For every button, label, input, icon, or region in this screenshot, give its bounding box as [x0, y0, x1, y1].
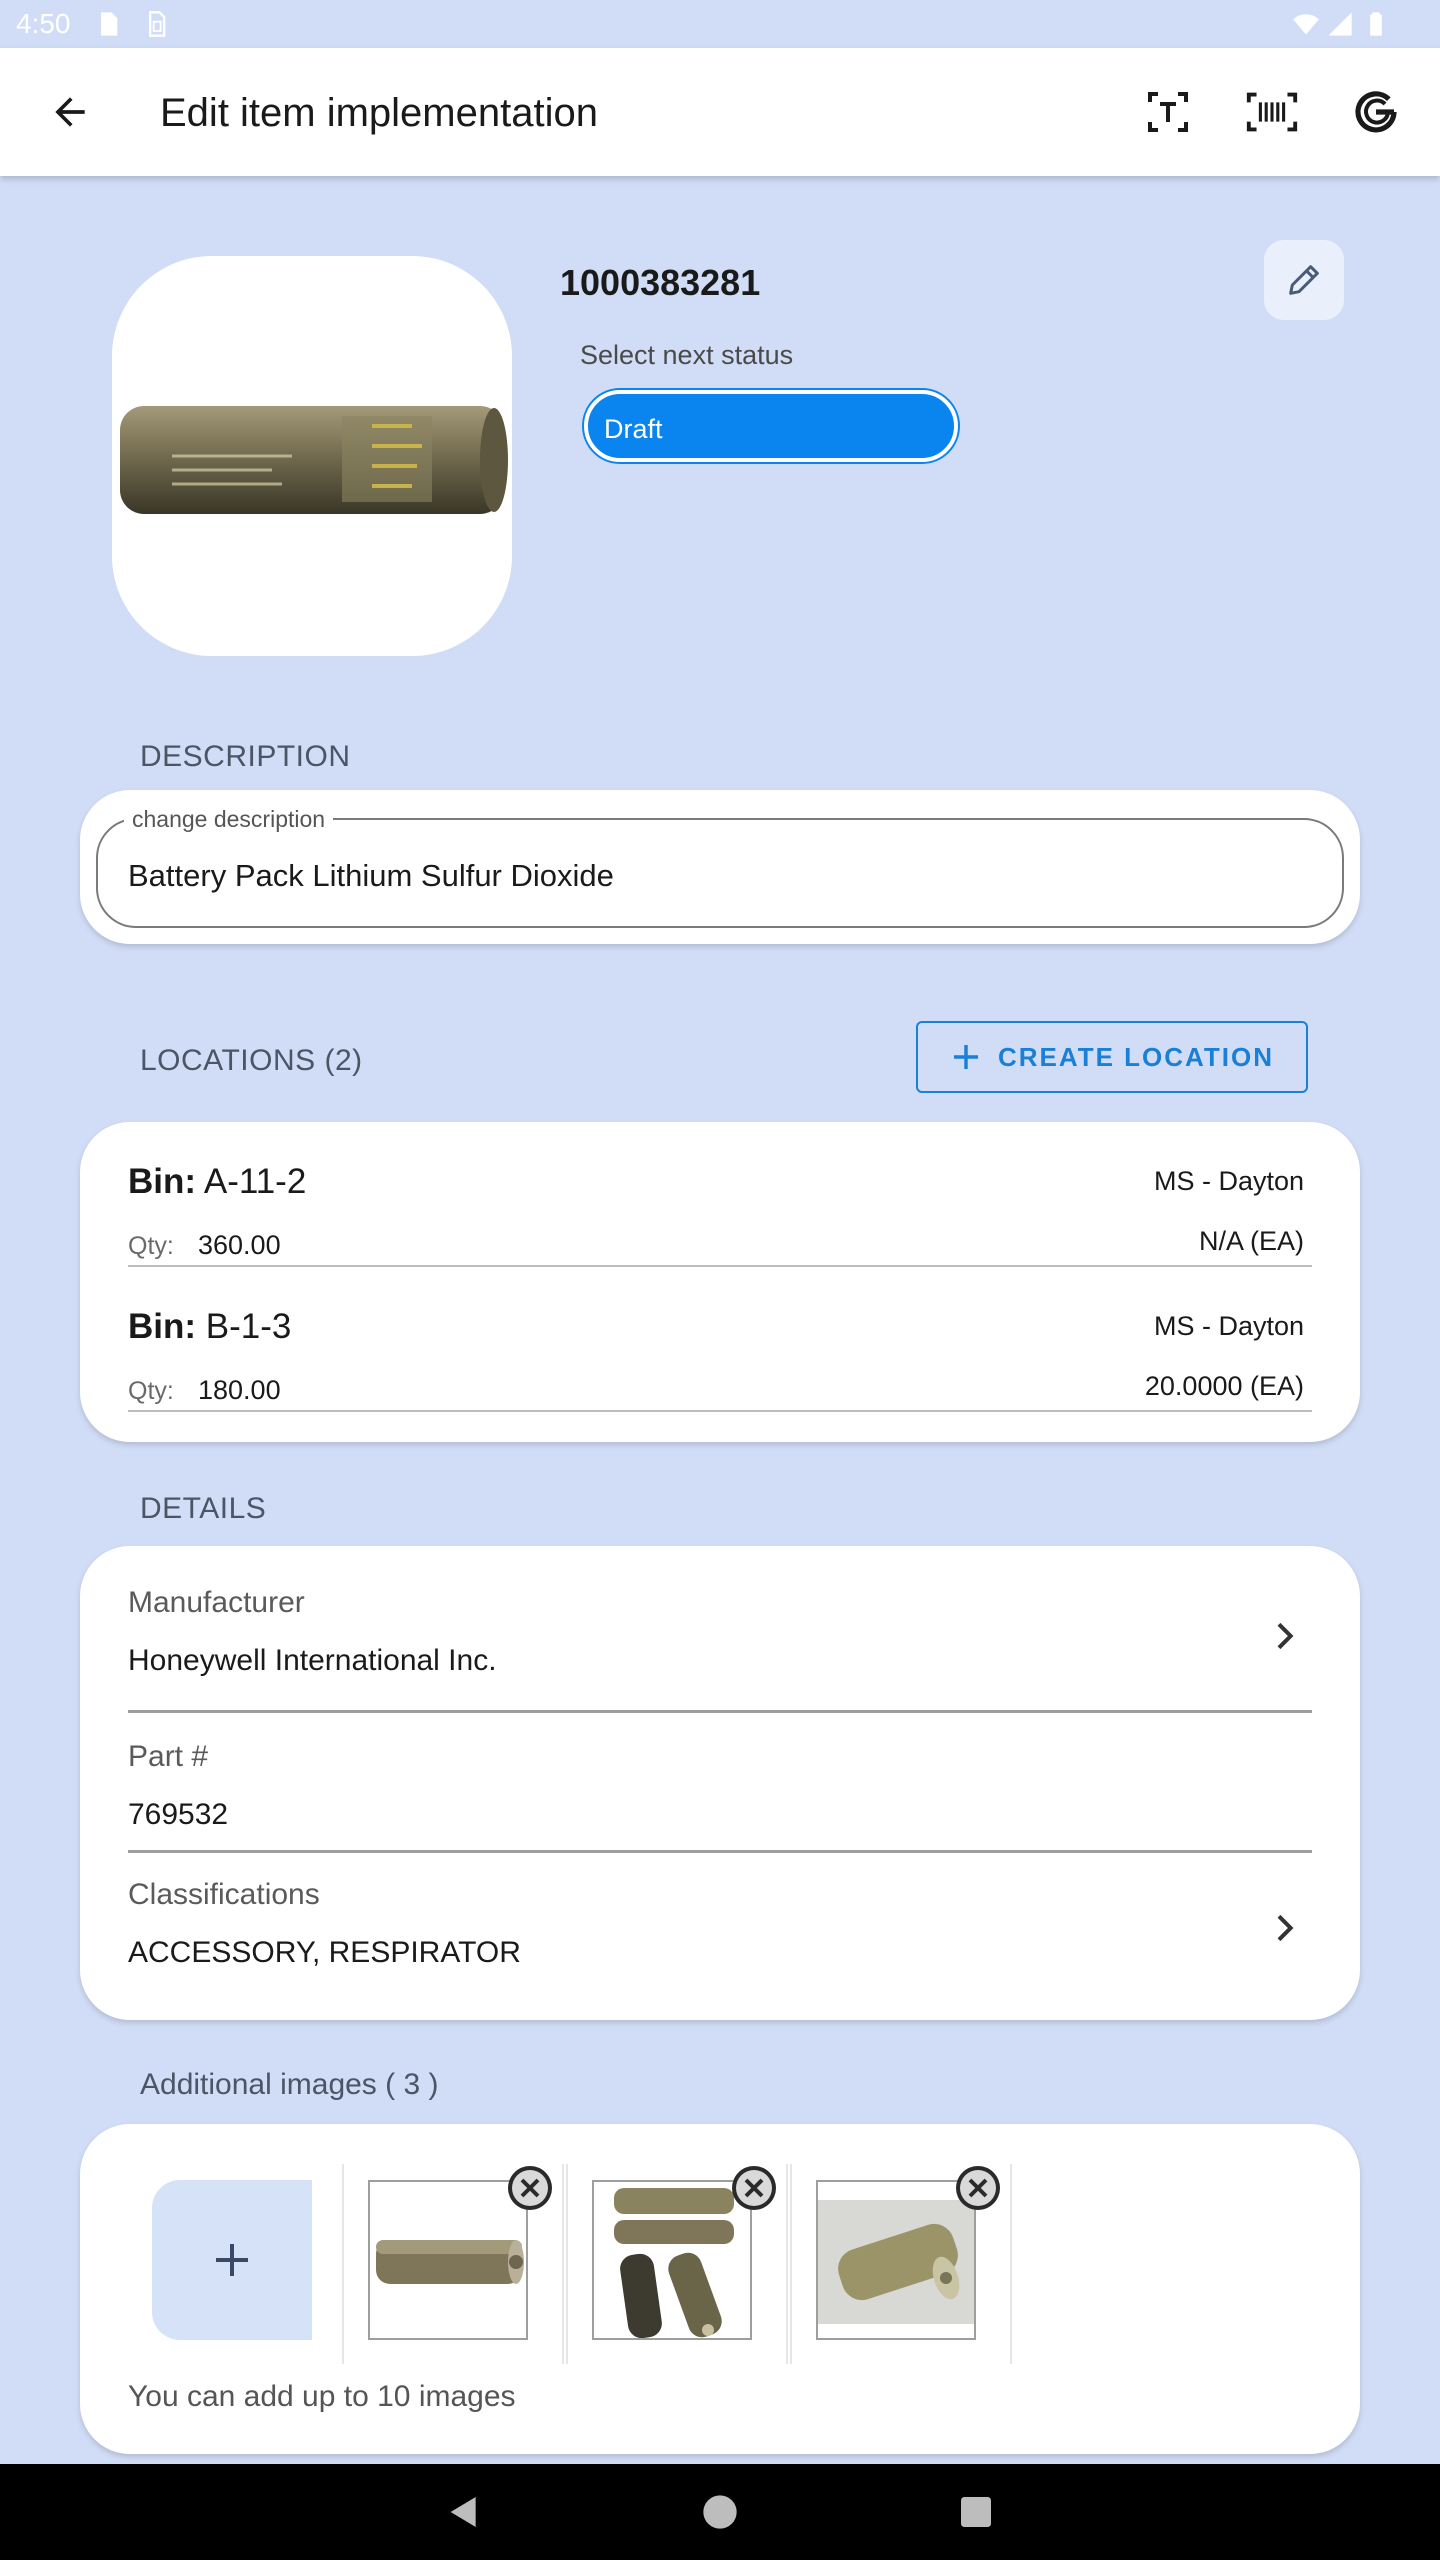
manufacturer-value: Honeywell International Inc.: [128, 1644, 497, 1677]
status-select[interactable]: Draft: [584, 390, 958, 462]
manufacturer-row[interactable]: Manufacturer Honeywell International Inc…: [128, 1546, 1312, 1714]
image-thumbnail-slot: [790, 2164, 1012, 2364]
google-button[interactable]: [1336, 72, 1416, 152]
plus-icon: [216, 2244, 248, 2276]
barcode-scan-icon: [1246, 92, 1298, 132]
edit-button[interactable]: [1264, 240, 1344, 320]
bin-label: Bin:: [128, 1307, 197, 1346]
navigation-bar: [0, 2464, 1440, 2560]
description-value: Battery Pack Lithium Sulfur Dioxide: [128, 858, 614, 893]
part-number-value: 769532: [128, 1798, 229, 1831]
qty-label: Qty:: [128, 1377, 174, 1405]
battery-thumbnail: [376, 2240, 524, 2284]
pencil-icon: [1289, 265, 1319, 295]
description-legend: change description: [124, 806, 334, 833]
qty-value: 180.00: [198, 1375, 281, 1405]
item-number: 1000383281: [560, 262, 761, 303]
part-number-label: Part #: [128, 1740, 209, 1773]
classifications-value: ACCESSORY, RESPIRATOR: [128, 1936, 521, 1969]
location-uom: 20.0000 (EA): [1144, 1371, 1304, 1401]
image-thumbnail[interactable]: [592, 2180, 752, 2340]
battery-closeup-thumbnail: [818, 2200, 974, 2324]
page-title: Edit item implementation: [160, 91, 598, 135]
status-label: Select next status: [580, 340, 794, 370]
create-location-button[interactable]: CREATE LOCATION: [916, 1021, 1308, 1093]
location-row[interactable]: Bin: B-1-3 Qty: 180.00 MS - Dayton 20.00…: [128, 1267, 1312, 1412]
arrow-back-icon: [55, 97, 85, 127]
nav-back-icon[interactable]: [444, 2492, 484, 2532]
locations-card: Bin: A-11-2 Qty: 360.00 MS - Dayton N/A …: [80, 1122, 1360, 1442]
nav-home-icon[interactable]: [700, 2492, 740, 2532]
wifi-icon: [1293, 14, 1319, 35]
status-bar: 4:50: [0, 0, 1440, 48]
nav-recents-icon[interactable]: [956, 2492, 996, 2532]
remove-image-icon[interactable]: [730, 2164, 778, 2212]
images-hint: You can add up to 10 images: [128, 2380, 516, 2413]
classifications-row[interactable]: Classifications ACCESSORY, RESPIRATOR: [128, 1852, 1312, 2020]
image-thumbnail-slot: [566, 2164, 788, 2364]
text-scan-button[interactable]: [1128, 72, 1208, 152]
location-site: MS - Dayton: [1153, 1311, 1304, 1341]
details-section-title: DETAILS: [140, 1492, 267, 1525]
text-scan-icon: [1148, 92, 1188, 132]
add-image-button[interactable]: [152, 2180, 312, 2340]
sim-icon: [149, 11, 166, 37]
qty-label: Qty:: [128, 1232, 174, 1260]
battery-photo: [120, 406, 508, 514]
description-section-title: DESCRIPTION: [140, 740, 351, 773]
plus-icon: [953, 1045, 978, 1069]
additional-images-card: You can add up to 10 images: [80, 2124, 1360, 2454]
remove-image-icon[interactable]: [506, 2164, 554, 2212]
battery-icon: [1370, 12, 1382, 36]
remove-image-icon[interactable]: [954, 2164, 1002, 2212]
qty-value: 360.00: [198, 1230, 281, 1260]
image-thumbnail[interactable]: [368, 2180, 528, 2340]
sd-card-icon: [101, 12, 118, 36]
description-input[interactable]: change description Battery Pack Lithium …: [96, 806, 1344, 928]
create-location-label: CREATE LOCATION: [997, 1041, 1275, 1072]
google-icon: [1355, 91, 1397, 133]
status-time: 4:50: [16, 8, 71, 39]
bin-value: A-11-2: [203, 1162, 307, 1201]
part-number-row[interactable]: Part # 769532: [128, 1714, 1312, 1853]
product-image[interactable]: [112, 256, 512, 656]
additional-images-title: Additional images ( 3 ): [140, 2068, 439, 2101]
details-card: Manufacturer Honeywell International Inc…: [80, 1546, 1360, 2020]
image-thumbnail-slot: [342, 2164, 564, 2364]
battery-group-thumbnail: [614, 2188, 734, 2338]
bin-label: Bin:: [128, 1162, 197, 1201]
divider: [128, 1710, 1312, 1713]
chevron-right-icon: [1277, 1914, 1294, 1942]
back-button[interactable]: [30, 72, 110, 152]
image-thumbnail[interactable]: [816, 2180, 976, 2340]
description-card: change description Battery Pack Lithium …: [80, 790, 1360, 944]
location-uom: N/A (EA): [1198, 1226, 1304, 1256]
bin-line: Bin: B-1-3: [128, 1307, 291, 1347]
classifications-label: Classifications: [128, 1878, 320, 1911]
manufacturer-label: Manufacturer: [128, 1586, 305, 1619]
signal-icon: [1328, 12, 1352, 36]
bin-line: Bin: A-11-2: [128, 1162, 306, 1202]
bin-value: B-1-3: [205, 1307, 292, 1346]
app-bar: Edit item implementation: [0, 48, 1440, 176]
locations-section-title: LOCATIONS (2): [140, 1044, 363, 1077]
location-row[interactable]: Bin: A-11-2 Qty: 360.00 MS - Dayton N/A …: [128, 1122, 1312, 1267]
chevron-right-icon: [1277, 1622, 1294, 1650]
location-site: MS - Dayton: [1153, 1166, 1304, 1196]
barcode-scan-button[interactable]: [1232, 72, 1312, 152]
